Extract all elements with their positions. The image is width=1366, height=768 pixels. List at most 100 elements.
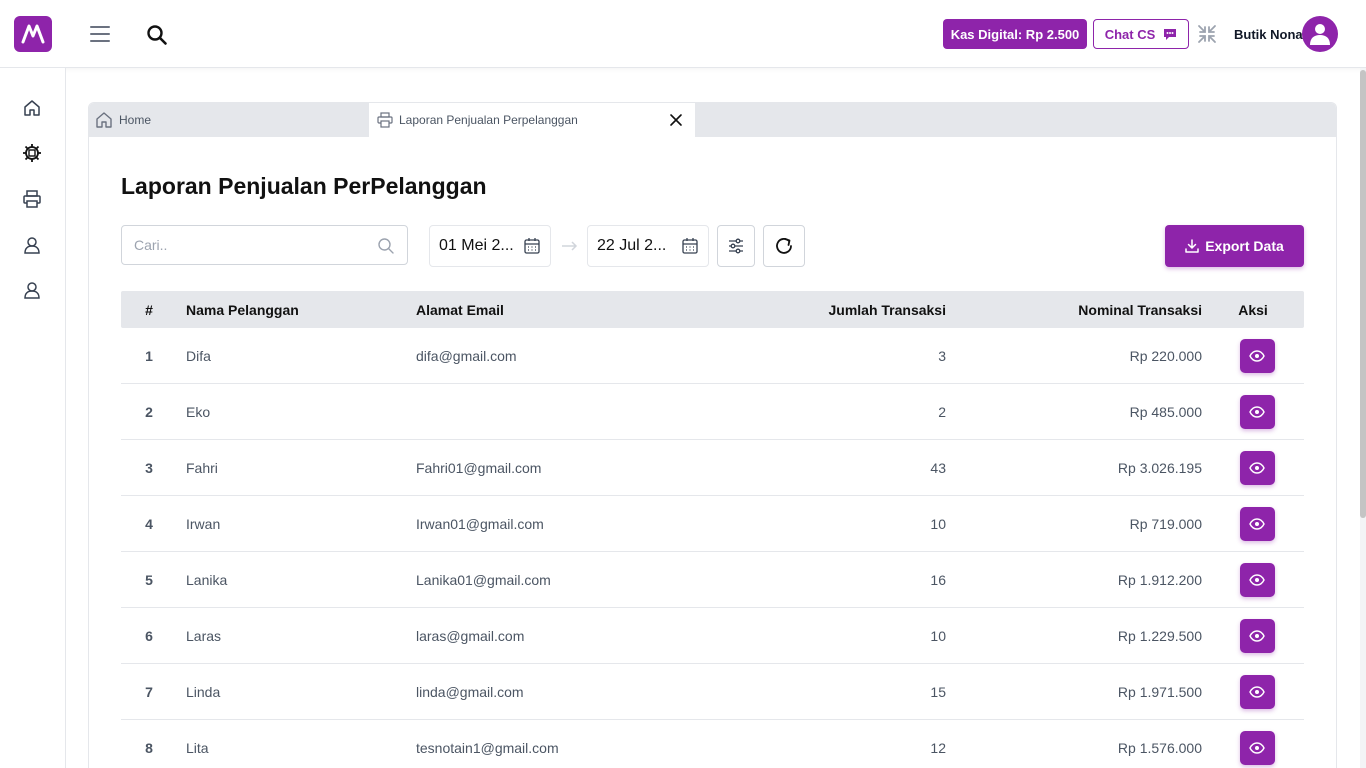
view-detail-button[interactable] [1239,506,1275,541]
row-number: 7 [145,683,153,700]
view-detail-button[interactable] [1239,618,1275,653]
user-name[interactable]: Butik Nona [1234,27,1303,42]
customer-name: Laras [186,627,222,644]
transaction-amount: Rp 1.971.500 [1117,683,1202,700]
row-actions [1202,730,1304,765]
sidebar [0,68,66,768]
row-number: 3 [145,459,153,476]
view-detail-button[interactable] [1239,562,1275,597]
transaction-amount: Rp 485.000 [1129,403,1202,420]
page-title: Laporan Penjualan PerPelanggan [121,173,487,199]
refresh-icon [776,238,792,254]
row-actions [1202,394,1304,429]
date-to-picker[interactable]: 22 Jul 2... [587,225,709,267]
user-icon [1310,24,1330,45]
chat-cs-label: Chat CS [1104,26,1156,42]
eye-icon [1249,517,1265,530]
table-row: 3 Fahri Fahri01@gmail.com 43 Rp 3.026.195 [121,440,1304,496]
table-row: 5 Lanika Lanika01@gmail.com 16 Rp 1.912.200 [121,552,1304,608]
search-field[interactable] [121,225,408,265]
table-row: 6 Laras laras@gmail.com 10 Rp 1.229.500 [121,608,1304,664]
column-header-name: Nama Pelanggan [186,301,299,318]
transaction-amount: Rp 1.576.000 [1117,739,1202,756]
export-data-label: Export Data [1205,238,1284,254]
row-number: 8 [145,739,153,756]
collapse-screen-icon[interactable] [1197,24,1217,44]
row-actions [1202,338,1304,373]
transaction-count: 15 [930,683,946,700]
kas-digital-button[interactable]: Kas Digital: Rp 2.500 [943,19,1087,49]
column-header-count: Jumlah Transaksi [828,301,946,318]
transaction-count: 43 [930,459,946,476]
date-from-picker[interactable]: 01 Mei 2... [429,225,551,267]
row-number: 2 [145,403,153,420]
view-detail-button[interactable] [1239,394,1275,429]
table-header: # Nama Pelanggan Alamat Email Jumlah Tra… [121,291,1304,328]
tab-home[interactable]: Home [95,103,151,137]
customer-sales-table: # Nama Pelanggan Alamat Email Jumlah Tra… [121,291,1304,768]
chat-cs-button[interactable]: Chat CS [1093,19,1189,49]
table-row: 1 Difa difa@gmail.com 3 Rp 220.000 [121,328,1304,384]
search-input[interactable] [122,226,362,264]
calendar-icon [524,238,540,254]
view-detail-button[interactable] [1239,450,1275,485]
close-icon[interactable] [669,113,683,127]
view-detail-button[interactable] [1239,674,1275,709]
avatar[interactable] [1302,16,1338,52]
export-data-button[interactable]: Export Data [1165,225,1304,267]
home-icon[interactable] [22,98,42,118]
customer-name: Fahri [186,459,218,476]
date-to-value: 22 Jul 2... [597,237,667,254]
search-icon[interactable] [146,24,168,46]
arrow-right-icon [562,241,578,251]
kas-digital-label: Kas Digital: Rp 2.500 [950,26,1080,42]
scrollbar-thumb[interactable] [1360,70,1366,518]
column-header-action: Aksi [1238,301,1268,318]
table-row: 7 Linda linda@gmail.com 15 Rp 1.971.500 [121,664,1304,720]
filter-button[interactable] [717,225,755,267]
eye-icon [1249,405,1265,418]
row-actions [1202,506,1304,541]
eye-icon [1249,461,1265,474]
table-row: 2 Eko 2 Rp 485.000 [121,384,1304,440]
customer-email: linda@gmail.com [416,683,524,700]
transaction-amount: Rp 3.026.195 [1117,459,1202,476]
row-actions [1202,674,1304,709]
tab-bar: Home Laporan Penjualan Perpelanggan [89,103,1336,137]
customer-email: Fahri01@gmail.com [416,459,542,476]
printer-icon[interactable] [22,189,42,209]
customer-name: Difa [186,347,211,364]
tab-laporan[interactable]: Laporan Penjualan Perpelanggan [369,103,695,137]
customer-name: Lita [186,739,209,756]
row-number: 6 [145,627,153,644]
row-number: 1 [145,347,153,364]
tab-laporan-label: Laporan Penjualan Perpelanggan [399,113,578,127]
download-icon [1185,239,1199,253]
eye-icon [1249,349,1265,362]
column-header-amount: Nominal Transaksi [1078,301,1202,318]
transaction-amount: Rp 719.000 [1129,515,1202,532]
user-report-icon[interactable] [22,280,42,300]
customer-email: tesnotain1@gmail.com [416,739,559,756]
row-actions [1202,618,1304,653]
gear-icon[interactable] [22,143,42,163]
app-logo[interactable] [14,16,52,52]
menu-toggle-button[interactable] [90,26,110,42]
row-number: 4 [145,515,153,532]
table-body: 1 Difa difa@gmail.com 3 Rp 220.000 2 Eko 2 Rp 48… [121,328,1304,768]
eye-icon [1249,741,1265,754]
transaction-amount: Rp 1.229.500 [1117,627,1202,644]
refresh-button[interactable] [763,225,805,267]
eye-icon [1249,629,1265,642]
table-row: 8 Lita tesnotain1@gmail.com 12 Rp 1.576.000 [121,720,1304,768]
transaction-amount: Rp 1.912.200 [1117,571,1202,588]
customer-email: laras@gmail.com [416,627,525,644]
customer-name: Linda [186,683,221,700]
view-detail-button[interactable] [1239,338,1275,373]
transaction-count: 16 [930,571,946,588]
transaction-count: 2 [938,403,946,420]
view-detail-button[interactable] [1239,730,1275,765]
printer-icon [377,112,393,128]
main-panel: Home Laporan Penjualan Perpelanggan Lapo… [88,102,1337,768]
user-report-icon[interactable] [22,235,42,255]
